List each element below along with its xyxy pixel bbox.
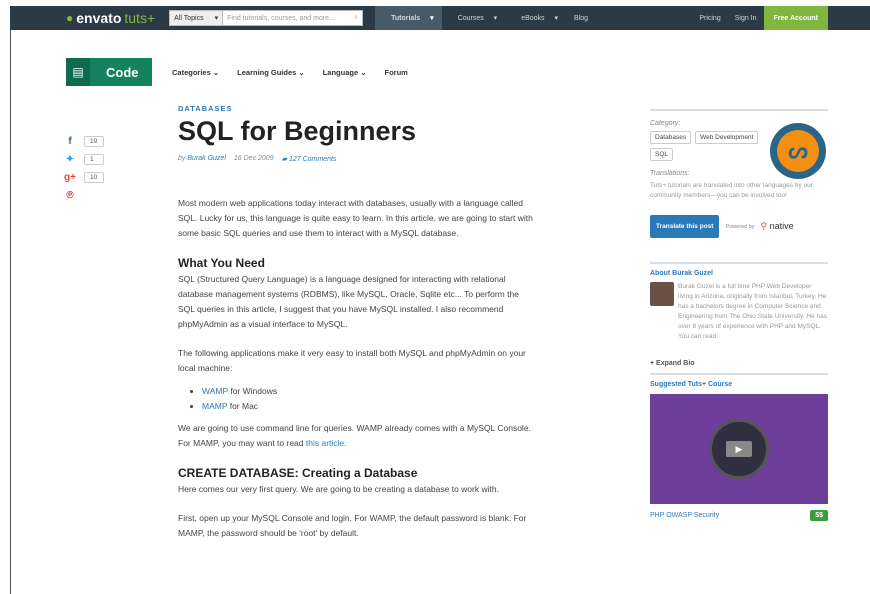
logo-brand: envato <box>76 10 122 26</box>
code-label: Code <box>106 64 139 80</box>
main-nav: Tutorials ▾ Courses ▾ eBooks ▾ Blog <box>375 6 596 30</box>
free-account-button[interactable]: Free Account <box>763 6 828 30</box>
divider <box>650 262 828 264</box>
powered-by: Powered by <box>725 223 755 230</box>
googleplus-share[interactable]: g+ 10 <box>64 170 104 184</box>
course-link[interactable]: PHP OWASP Security <box>650 512 719 519</box>
document-icon: ▤ <box>66 58 90 86</box>
envato-tuts-logo[interactable]: ● envato tuts+ <box>66 10 155 26</box>
bio-text: Burak Guzel is a full time PHP Web Devel… <box>678 283 827 340</box>
app-list: WAMP for Windows MAMP for Mac <box>202 384 536 414</box>
twitter-icon: ✦ <box>65 153 75 165</box>
translate-button[interactable]: Translate this post <box>650 215 720 238</box>
course-row: PHP OWASP Security $$ <box>650 510 828 521</box>
subnav-forum[interactable]: Forum <box>385 68 408 77</box>
pricing-link[interactable]: Pricing <box>692 15 727 22</box>
paragraph: Most modern web applications today inter… <box>178 198 533 238</box>
facebook-share[interactable]: f 19 <box>64 134 104 148</box>
tag-databases[interactable]: Databases <box>650 131 692 144</box>
page-title: SQL for Beginners <box>178 116 417 146</box>
topic-select[interactable]: All Topics ▾ <box>169 10 224 26</box>
mysql-dolphin-icon: ᔕ <box>770 123 826 179</box>
twitter-count: 1 <box>84 153 104 165</box>
publish-date: 16 Dec 2009 <box>233 155 274 162</box>
wamp-link[interactable]: WAMP <box>202 386 228 396</box>
chevron-down-icon: ▾ <box>214 15 219 22</box>
author-bio: Burak Guzel is a full time PHP Web Devel… <box>650 282 828 350</box>
googleplus-count: 10 <box>84 171 104 183</box>
paragraph: Here comes our very first query. We are … <box>178 484 499 494</box>
price-badge: $$ <box>810 510 828 521</box>
pinterest-icon: ℗ <box>66 189 74 201</box>
search-icon[interactable]: ⌕ <box>354 14 358 22</box>
author-link[interactable]: Burak Guzel <box>187 155 226 162</box>
comment-icon: ▰ <box>281 156 287 163</box>
translate-row: Translate this post Powered by ⚲ native <box>650 215 828 238</box>
logo-suffix: tuts+ <box>124 10 156 26</box>
byline-prefix: by <box>178 155 186 162</box>
facebook-icon: f <box>68 135 72 147</box>
about-heading: About Burak Guzel <box>650 270 714 277</box>
native-pin-icon: ⚲ <box>760 221 768 231</box>
section-heading: What You Need <box>178 256 265 270</box>
subnav-learning-guides[interactable]: Learning Guides ⌄ <box>237 68 305 77</box>
section-subnav: Categories ⌄ Learning Guides ⌄ Language … <box>172 68 408 77</box>
nav-courses[interactable]: Courses ▾ <box>442 6 506 30</box>
list-item: WAMP for Windows <box>202 384 536 399</box>
search-placeholder: Find tutorials, courses, and more... <box>227 14 335 22</box>
divider <box>650 373 828 375</box>
top-navbar: ● envato tuts+ All Topics ▾ Find tutorial… <box>10 6 870 30</box>
twitter-share[interactable]: ✦ 1 <box>64 152 104 166</box>
facebook-count: 19 <box>84 135 104 147</box>
page-edge <box>10 30 11 594</box>
signin-link[interactable]: Sign In <box>728 15 764 22</box>
nav-tutorials[interactable]: Tutorials ▾ <box>375 6 442 30</box>
article-category[interactable]: DATABASES <box>178 104 233 113</box>
list-item: MAMP for Mac <box>202 399 536 414</box>
avatar[interactable] <box>650 282 674 306</box>
nav-ebooks[interactable]: eBooks ▾ <box>505 6 566 30</box>
disc-icon: ▶ <box>709 419 769 479</box>
leaf-icon: ● <box>66 11 74 25</box>
course-thumbnail[interactable]: ▶ <box>650 394 828 504</box>
comments-link[interactable]: ▰ 127 Comments <box>282 155 337 163</box>
tag-web-development[interactable]: Web Development <box>695 131 759 144</box>
paragraph: First, open up your MySQL Console and lo… <box>178 513 527 538</box>
expand-bio-link[interactable]: + Expand Bio <box>650 360 828 367</box>
native-logo[interactable]: ⚲ native <box>760 221 793 232</box>
article-body: Most modern web applications today inter… <box>178 196 536 555</box>
sidebar: ᔕ Category: Databases Web Development SQ… <box>650 109 828 521</box>
subnav-language[interactable]: Language ⌄ <box>323 68 367 77</box>
search-input[interactable]: Find tutorials, courses, and more... ⌕ <box>223 10 364 26</box>
paragraph: SQL (Structured Query Language) is a lan… <box>178 274 519 329</box>
divider <box>650 109 828 111</box>
topic-select-value: All Topics <box>174 14 204 22</box>
code-section-badge[interactable]: ▤ Code <box>66 58 152 86</box>
tag-list: Databases Web Development SQL <box>650 131 760 161</box>
account-links: Pricing Sign In Free Account <box>692 6 870 30</box>
paragraph: We are going to use command line for que… <box>178 423 531 448</box>
nav-blog[interactable]: Blog <box>566 6 596 30</box>
course-heading: Suggested Tuts+ Course <box>650 381 733 388</box>
pinterest-share[interactable]: ℗ <box>64 188 104 202</box>
tag-sql[interactable]: SQL <box>650 148 674 161</box>
section-heading: CREATE DATABASE: Creating a Database <box>178 466 418 480</box>
translations-text: Tuts+ tutorials are translated into othe… <box>650 182 813 199</box>
mamp-link[interactable]: MAMP <box>202 401 227 411</box>
subnav-categories[interactable]: Categories ⌄ <box>172 68 219 77</box>
paragraph: The following applications make it very … <box>178 348 526 373</box>
google-plus-icon: g+ <box>64 171 76 183</box>
byline: by Burak Guzel 16 Dec 2009 ▰ 127 Comment… <box>178 155 336 163</box>
social-share: f 19 ✦ 1 g+ 10 ℗ <box>64 134 104 202</box>
play-icon: ▶ <box>726 441 752 457</box>
this-article-link[interactable]: this article <box>306 438 344 448</box>
